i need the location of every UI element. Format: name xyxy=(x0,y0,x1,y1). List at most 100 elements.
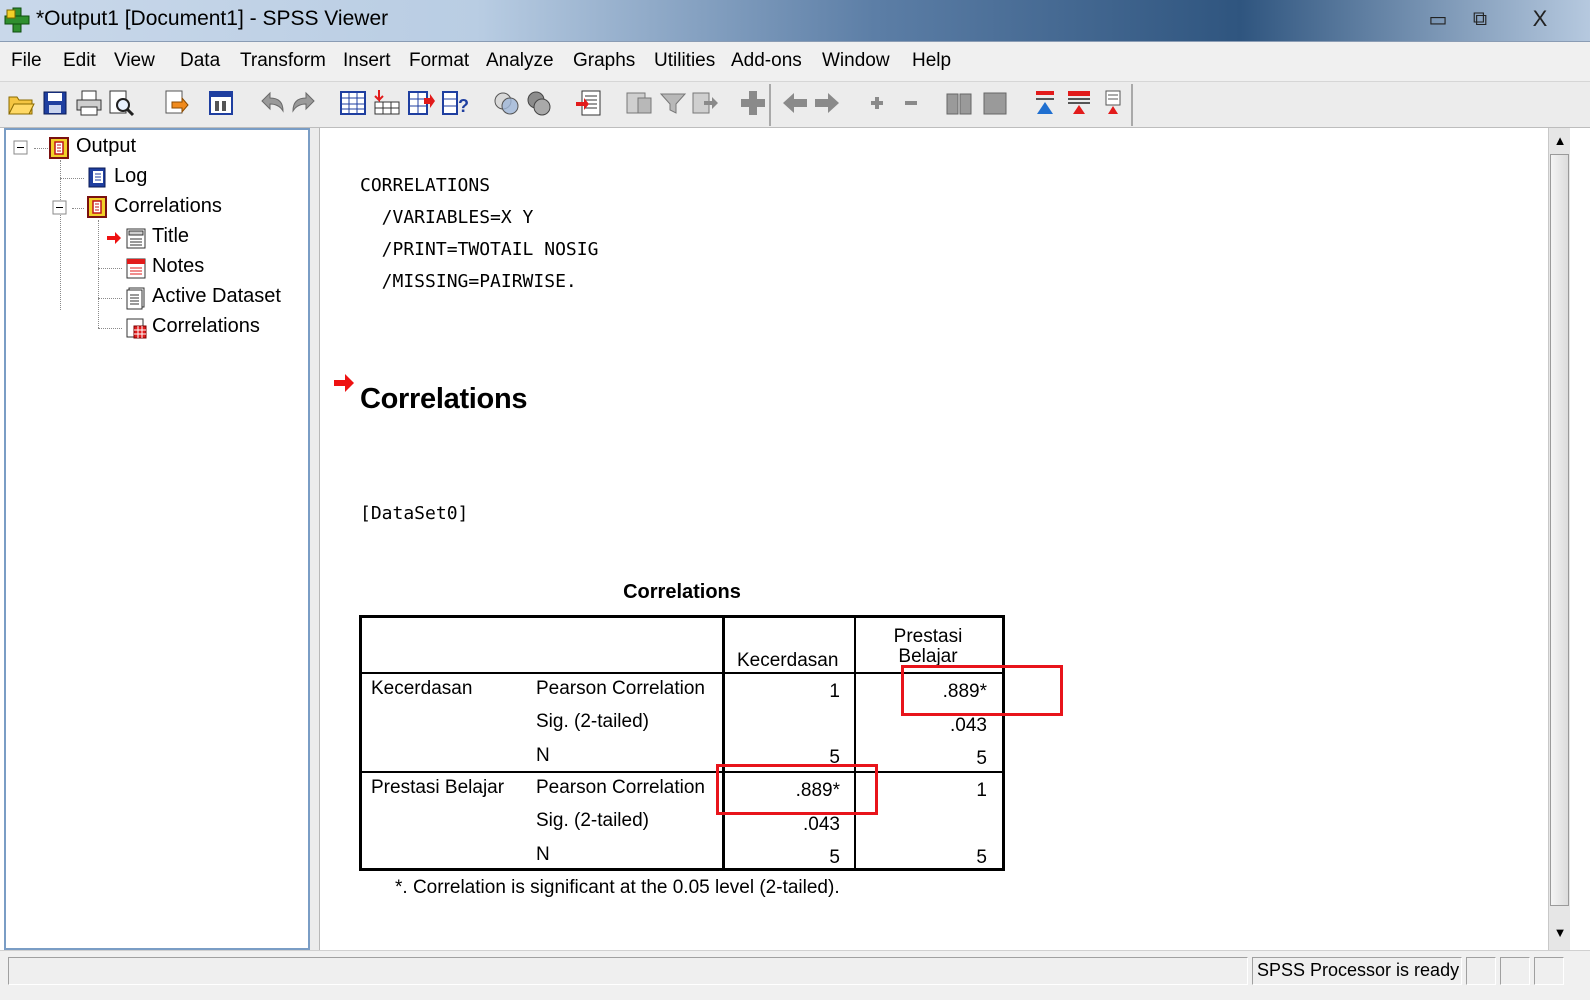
stat-label: N xyxy=(536,745,550,766)
insert-text-icon[interactable] xyxy=(690,88,720,118)
print-preview-icon[interactable] xyxy=(106,88,136,118)
scroll-up-icon[interactable]: ▲ xyxy=(1551,132,1569,150)
menu-data[interactable]: Data xyxy=(180,50,220,72)
toolbar-separator xyxy=(1131,84,1133,126)
close-button[interactable]: X xyxy=(1512,4,1568,34)
cell-value: .043 xyxy=(950,715,987,736)
stat-label: Pearson Correlation xyxy=(536,777,705,798)
menu-view[interactable]: View xyxy=(114,50,155,72)
menu-insert[interactable]: Insert xyxy=(343,50,391,72)
correlations-table-icon xyxy=(126,318,147,339)
table-border xyxy=(854,615,856,871)
save-icon[interactable] xyxy=(40,88,70,118)
outline-item-log[interactable]: Log xyxy=(114,165,147,188)
insert-heading-icon[interactable] xyxy=(624,88,654,118)
stat-label: N xyxy=(536,844,550,865)
table-border xyxy=(359,771,1005,773)
row-label-kecerdasan: Kecerdasan xyxy=(371,678,473,699)
expand-icon[interactable] xyxy=(862,88,892,118)
variables-info-icon[interactable]: ? xyxy=(440,88,470,118)
syntax-line: CORRELATIONS xyxy=(360,175,491,196)
scroll-thumb[interactable] xyxy=(1550,154,1569,906)
vertical-scrollbar[interactable]: ▲ ▼ xyxy=(1548,128,1570,950)
tree-connector xyxy=(60,160,61,310)
menu-bar: File Edit View Data Transform Insert For… xyxy=(0,42,1590,82)
log-icon xyxy=(88,167,106,188)
restore-button[interactable]: ⧉ xyxy=(1460,4,1500,34)
table-footnote: *. Correlation is significant at the 0.0… xyxy=(395,877,840,898)
show-all-variables-icon[interactable] xyxy=(524,88,554,118)
insert-title-icon[interactable] xyxy=(658,88,688,118)
cell-value: 5 xyxy=(829,847,840,868)
undo-icon[interactable] xyxy=(256,88,286,118)
cell-value: 5 xyxy=(976,847,987,868)
tree-connector xyxy=(98,268,122,269)
title-bar: *Output1 [Document1] - SPSS Viewer ▭ ⧉ X xyxy=(0,0,1590,42)
stat-label: Pearson Correlation xyxy=(536,678,705,699)
status-panel xyxy=(1500,957,1530,985)
demote-icon[interactable] xyxy=(812,88,842,118)
redo-icon[interactable] xyxy=(290,88,320,118)
menu-help[interactable]: Help xyxy=(912,50,951,72)
menu-graphs[interactable]: Graphs xyxy=(573,50,635,72)
pivot-layer-icon[interactable] xyxy=(1098,88,1128,118)
correlations-book-icon xyxy=(87,196,107,218)
hide-icon[interactable] xyxy=(980,88,1010,118)
outline-item-title[interactable]: Title xyxy=(152,225,189,248)
outline-item-active-dataset[interactable]: Active Dataset xyxy=(152,285,281,308)
window-title: *Output1 [Document1] - SPSS Viewer xyxy=(36,7,389,30)
use-sets-icon[interactable] xyxy=(492,88,522,118)
syntax-line: /MISSING=PAIRWISE. xyxy=(360,271,577,292)
minimize-button[interactable]: ▭ xyxy=(1418,4,1458,34)
output-heading[interactable]: Correlations xyxy=(360,383,528,416)
outline-item-output[interactable]: Output xyxy=(76,135,136,158)
goto-data-icon[interactable] xyxy=(338,88,368,118)
table-border xyxy=(722,615,725,871)
stat-label: Sig. (2-tailed) xyxy=(536,810,649,831)
stat-label: Sig. (2-tailed) xyxy=(536,711,649,732)
tree-connector xyxy=(72,208,84,209)
pivot-tray-icon[interactable] xyxy=(1064,88,1094,118)
menu-edit[interactable]: Edit xyxy=(63,50,96,72)
print-icon[interactable] xyxy=(74,88,104,118)
scroll-down-icon[interactable]: ▼ xyxy=(1551,924,1569,942)
menu-transform[interactable]: Transform xyxy=(240,50,326,72)
outline-item-notes[interactable]: Notes xyxy=(152,255,204,278)
pivot-icon[interactable] xyxy=(1030,88,1060,118)
tree-connector xyxy=(98,328,122,329)
row-label-prestasi-belajar: Prestasi Belajar xyxy=(371,777,505,798)
export-icon[interactable] xyxy=(160,88,190,118)
menu-window[interactable]: Window xyxy=(822,50,890,72)
cell-value: 5 xyxy=(976,748,987,769)
tree-connector xyxy=(98,298,122,299)
cell-value: .043 xyxy=(803,814,840,835)
collapse-toggle-icon[interactable] xyxy=(13,140,29,156)
open-icon[interactable] xyxy=(6,88,36,118)
outline-item-correlations[interactable]: Correlations xyxy=(114,195,222,218)
outline-item-correlations-table[interactable]: Correlations xyxy=(152,315,260,338)
status-panel xyxy=(8,957,1248,985)
insert-variable-icon[interactable] xyxy=(406,88,436,118)
collapse-toggle-icon[interactable] xyxy=(52,200,68,216)
show-icon[interactable] xyxy=(944,88,974,118)
promote-icon[interactable] xyxy=(780,88,810,118)
selected-arrow-icon xyxy=(107,232,121,244)
notes-icon xyxy=(126,258,146,279)
goto-case-icon[interactable] xyxy=(372,88,402,118)
status-panel xyxy=(1534,957,1564,985)
pane-splitter[interactable] xyxy=(310,128,320,950)
recall-dialog-icon[interactable] xyxy=(206,88,236,118)
select-last-output-icon[interactable] xyxy=(738,88,768,118)
menu-format[interactable]: Format xyxy=(409,50,469,72)
highlight-box xyxy=(716,764,878,815)
cell-value: 1 xyxy=(976,780,987,801)
menu-file[interactable]: File xyxy=(11,50,42,72)
collapse-icon[interactable] xyxy=(896,88,926,118)
menu-analyze[interactable]: Analyze xyxy=(486,50,554,72)
col-header-prestasi-belajar: Prestasi Belajar xyxy=(893,627,963,667)
outline-pane[interactable]: Output Log Correlations Title Notes Acti… xyxy=(4,128,310,950)
menu-add-ons[interactable]: Add-ons xyxy=(731,50,802,72)
spss-app-icon[interactable] xyxy=(4,7,30,33)
menu-utilities[interactable]: Utilities xyxy=(654,50,715,72)
designate-window-icon[interactable] xyxy=(574,88,604,118)
